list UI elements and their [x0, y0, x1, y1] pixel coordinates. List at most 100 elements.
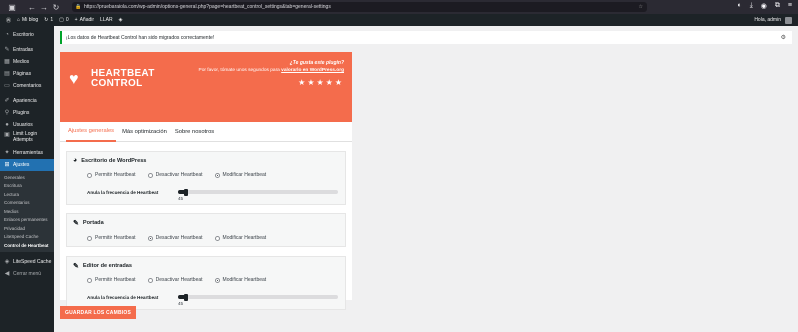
submenu-comentarios[interactable]: Comentarios — [0, 199, 54, 208]
dashboard-icon: ◕ — [73, 157, 78, 164]
sidebar-toggle-icon[interactable]: ▣ — [6, 3, 18, 12]
frequency-slider[interactable] — [178, 188, 338, 196]
sidebar-item-label: Escritorio — [13, 32, 34, 38]
submenu-heartbeat[interactable]: Control de Heartbeat — [0, 241, 54, 250]
radio-permitir[interactable]: Permitir Heartbeat — [87, 172, 136, 178]
radio-circle — [214, 172, 220, 178]
account-icon[interactable]: ◉ — [761, 2, 767, 10]
submenu-generales[interactable]: Generales — [0, 173, 54, 182]
sidebar-item-plugins[interactable]: ⚲ Plugins — [0, 107, 54, 119]
collapse-menu-button[interactable]: ◀ Cerrar menú — [0, 268, 54, 280]
updates-link[interactable]: ↻ 1 — [44, 17, 53, 23]
sidebar-item-apariencia[interactable]: ✐ Apariencia — [0, 95, 54, 107]
radio-circle — [147, 235, 153, 241]
litespeed-icon[interactable]: ◈ — [119, 17, 123, 23]
sidebar-item-limit-login[interactable]: ▣ Limit Login Attempts — [0, 131, 54, 147]
radio-desactivar[interactable]: Desactivar Heartbeat — [147, 277, 203, 283]
sidebar-item-herramientas[interactable]: ✦ Herramientas — [0, 147, 54, 159]
slider-thumb[interactable] — [184, 188, 188, 196]
radio-circle — [214, 235, 220, 241]
submenu-lectura[interactable]: Lectura — [0, 190, 54, 199]
rating-stars[interactable]: ★★★★★ — [199, 78, 345, 87]
sidebar-item-usuarios[interactable]: ● Usuarios — [0, 119, 54, 131]
admin-bar: Ⓦ ⌂ Mi blog ↻ 1 ▢ 0 + Añadir LLAR ◈ Hola… — [0, 14, 798, 26]
sidebar-item-litespeed[interactable]: ◈ LiteSpeed Cache — [0, 256, 54, 268]
sidebar-item-label: Páginas — [13, 71, 32, 77]
radio-circle — [147, 172, 153, 178]
add-new-label: Añadir — [79, 17, 95, 23]
sidebar-item-label: Herramientas — [13, 150, 44, 156]
radio-label: Desactivar Heartbeat — [155, 172, 203, 178]
download-icon[interactable]: ⤓ — [750, 2, 753, 10]
sidebar-item-escritorio[interactable]: ◔ Escritorio — [0, 29, 54, 41]
url-text: https://pruebaraiola.com/wp-admin/option… — [84, 4, 331, 10]
sidebar-item-label: Medios — [13, 59, 30, 65]
reload-icon[interactable]: ↻ — [50, 3, 62, 12]
save-changes-button[interactable]: GUARDAR LOS CAMBIOS — [60, 306, 136, 319]
comments-link[interactable]: ▢ 0 — [59, 17, 69, 23]
tab-mas-optimizacion[interactable]: Más optimización — [120, 122, 169, 142]
sidebar-item-entradas[interactable]: ✎ Entradas — [0, 44, 54, 56]
section-title: ◕ Escritorio de WordPress — [73, 157, 146, 164]
radio-label: Desactivar Heartbeat — [155, 277, 203, 283]
radio-desactivar[interactable]: Desactivar Heartbeat — [147, 235, 203, 241]
forward-icon[interactable]: → — [38, 3, 50, 12]
submenu-enlaces[interactable]: Enlaces permanentes — [0, 216, 54, 225]
radio-permitir[interactable]: Permitir Heartbeat — [87, 235, 136, 241]
slider-label: Anula la frecuencia de Heartbeat — [87, 295, 159, 300]
extensions-icon[interactable]: ⧉ — [775, 2, 780, 10]
rating-prompt: ¿Te gusta este plugin? Por favor, tómate… — [199, 60, 345, 87]
sidebar-item-label: Usuarios — [13, 122, 33, 128]
url-bar[interactable]: 🔒 https://pruebaraiola.com/wp-admin/opti… — [72, 2, 647, 12]
logo-line2: CONTROL — [91, 78, 143, 89]
radio-desactivar[interactable]: Desactivar Heartbeat — [147, 172, 203, 178]
llar-link[interactable]: LLAR — [100, 17, 113, 23]
frequency-slider[interactable] — [178, 293, 338, 301]
radio-modificar[interactable]: Modificar Heartbeat — [214, 172, 267, 178]
lock-icon: 🔒 — [75, 4, 82, 10]
radio-label: Desactivar Heartbeat — [155, 235, 203, 241]
wordpress-logo-icon[interactable]: Ⓦ — [6, 17, 11, 24]
sidebar-item-label: Entradas — [13, 47, 34, 53]
site-name-link[interactable]: ⌂ Mi blog — [17, 17, 38, 23]
submenu-privacidad[interactable]: Privacidad — [0, 224, 54, 233]
section-portada: ✎ Portada Permitir Heartbeat Desactivar H… — [66, 213, 346, 247]
sidebar-item-medios[interactable]: ▦ Medios — [0, 56, 54, 68]
rating-link[interactable]: valorarlo en WordPress.org — [281, 68, 344, 73]
browser-toolbar: ▣ ← → ↻ 🔒 https://pruebaraiola.com/wp-ad… — [0, 0, 798, 14]
radio-label: Modificar Heartbeat — [222, 172, 267, 178]
tab-sobre-nosotros[interactable]: Sobre nosotros — [173, 122, 216, 142]
radio-permitir[interactable]: Permitir Heartbeat — [87, 277, 136, 283]
my-account[interactable]: Hola, admin — [754, 14, 792, 26]
radio-modificar[interactable]: Modificar Heartbeat — [214, 277, 266, 283]
submenu-escritura[interactable]: Escritura — [0, 182, 54, 191]
submenu-litespeed[interactable]: LiteSpeed Cache — [0, 233, 54, 242]
slider-thumb[interactable] — [184, 293, 188, 301]
sidebar-item-ajustes[interactable]: ⊞ Ajustes — [0, 159, 54, 171]
bookmark-star-icon[interactable]: ☆ — [639, 4, 643, 10]
radio-group: Permitir Heartbeat Desactivar Heartbeat … — [87, 235, 266, 241]
section-title-text: Editor de entradas — [82, 263, 132, 269]
pocket-icon[interactable]: ◐ — [737, 2, 741, 10]
add-new-link[interactable]: + Añadir — [75, 17, 94, 23]
settings-submenu: Generales Escritura Lectura Comentarios … — [0, 171, 54, 252]
menu-icon[interactable]: ≡ — [788, 2, 792, 10]
tab-ajustes-generales[interactable]: Ajustes generales — [66, 122, 117, 142]
radio-modificar[interactable]: Modificar Heartbeat — [214, 235, 267, 241]
sidebar-item-comentarios[interactable]: ▭ Comentarios — [0, 80, 54, 92]
section-title: ✎ Editor de entradas — [73, 262, 132, 270]
submenu-medios[interactable]: Medios — [0, 207, 54, 216]
updates-count: 1 — [50, 17, 54, 23]
sidebar-item-paginas[interactable]: ▤ Páginas — [0, 68, 54, 80]
radio-label: Modificar Heartbeat — [222, 235, 267, 241]
radio-label: Permitir Heartbeat — [95, 277, 136, 283]
dismiss-icon[interactable]: ⚙ — [781, 34, 786, 41]
radio-label: Permitir Heartbeat — [95, 235, 136, 241]
rating-message-text: Por favor, tómate unos segundos para — [198, 68, 282, 73]
heart-icon: ♥ — [69, 71, 79, 88]
sidebar-item-label: Cerrar menú — [13, 270, 42, 277]
slider-value: 45 — [178, 196, 184, 201]
back-icon[interactable]: ← — [26, 3, 38, 12]
media-icon: ▦ — [4, 59, 10, 65]
main-content: ¡Los datos de Heartbeat Control han sido… — [54, 26, 798, 332]
